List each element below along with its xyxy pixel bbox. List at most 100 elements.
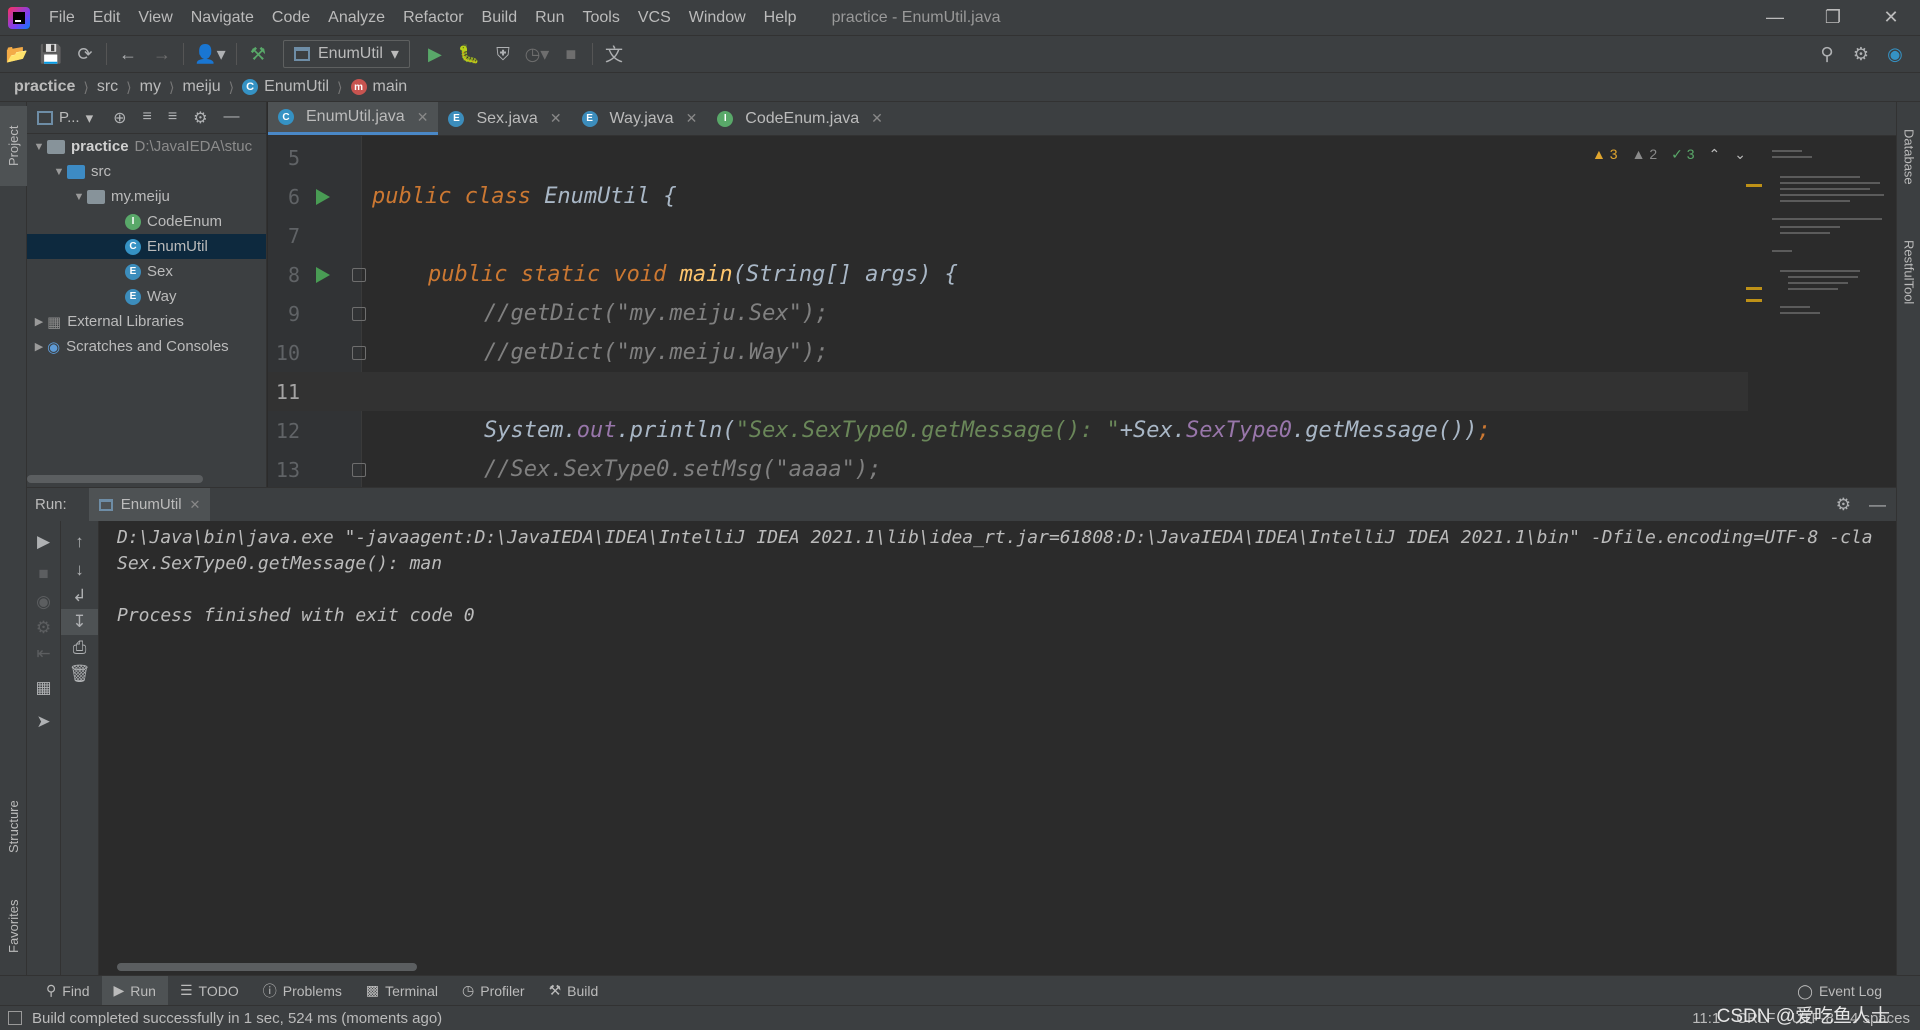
warning-marker[interactable] <box>1746 299 1762 302</box>
tab-way-java[interactable]: E Way.java ✕ <box>572 102 708 135</box>
debug-bug-icon[interactable]: 🐛 <box>452 39 486 69</box>
close-icon[interactable]: ✕ <box>417 109 429 126</box>
tree-item-codeenum[interactable]: I CodeEnum <box>27 209 266 234</box>
tree-item-src[interactable]: ▼ src <box>27 159 266 184</box>
close-window-icon[interactable]: ✕ <box>1862 0 1920 35</box>
scroll-to-end-icon[interactable]: ↧ <box>61 609 98 635</box>
status-toggle-icon[interactable] <box>8 1011 22 1025</box>
locate-icon[interactable]: ⊕ <box>113 108 126 128</box>
chevron-down-icon[interactable]: ▼ <box>51 166 67 178</box>
expand-all-icon[interactable]: ≡ <box>143 108 152 128</box>
menu-view[interactable]: View <box>129 0 181 35</box>
profile-icon[interactable]: ◷▾ <box>520 39 554 69</box>
project-tool-tab[interactable]: Project <box>0 106 27 186</box>
stop-icon[interactable]: ■ <box>27 561 60 587</box>
tree-item-practice[interactable]: ▼ practice D:\JavaIEDA\stuc <box>27 134 266 159</box>
menu-run[interactable]: Run <box>526 0 573 35</box>
tree-item-scratches[interactable]: ▶ ◉ Scratches and Consoles <box>27 334 266 359</box>
plugin-icon[interactable]: ◉ <box>1878 40 1912 70</box>
warning-marker[interactable] <box>1746 287 1762 290</box>
sync-icon[interactable]: ⟳ <box>68 39 102 69</box>
menu-file[interactable]: File <box>40 0 84 35</box>
trash-icon[interactable]: 🗑 <box>61 661 98 687</box>
menu-help[interactable]: Help <box>755 0 806 35</box>
breadcrumb-project[interactable]: practice <box>14 78 75 96</box>
tab-codeenum-java[interactable]: I CodeEnum.java ✕ <box>707 102 893 135</box>
chevron-right-icon[interactable]: ▶ <box>31 340 47 353</box>
horizontal-scrollbar[interactable] <box>117 963 417 971</box>
tool-tab-terminal[interactable]: ▩ Terminal <box>354 976 450 1006</box>
run-gutter-icon[interactable] <box>316 188 330 205</box>
structure-tool-tab[interactable]: Structure <box>0 782 27 872</box>
breadcrumb-class[interactable]: C EnumUtil <box>242 78 329 96</box>
gear-icon[interactable]: ⚙ <box>1836 495 1851 515</box>
up-arrow-icon[interactable]: ↑ <box>61 529 98 555</box>
forward-arrow-icon[interactable]: → <box>145 39 179 69</box>
menu-refactor[interactable]: Refactor <box>394 0 472 35</box>
menu-tools[interactable]: Tools <box>573 0 628 35</box>
user-icon[interactable]: 👤▾ <box>188 39 232 69</box>
tool-tab-profiler[interactable]: ◷ Profiler <box>450 976 537 1006</box>
run-play-icon[interactable]: ▶ <box>418 39 452 69</box>
project-view-select[interactable]: P... <box>59 109 80 126</box>
run-tab-enumutil[interactable]: EnumUtil ✕ <box>88 487 211 522</box>
status-message[interactable]: Build completed successfully in 1 sec, 5… <box>32 1010 442 1027</box>
tree-item-way[interactable]: E Way <box>27 284 266 309</box>
fold-icon[interactable] <box>352 345 366 360</box>
hide-icon[interactable]: — <box>1869 495 1886 515</box>
search-icon[interactable]: ⚲ <box>1810 40 1844 70</box>
menu-edit[interactable]: Edit <box>84 0 130 35</box>
favorites-tool-tab[interactable]: Favorites <box>0 882 27 970</box>
tree-item-sex[interactable]: E Sex <box>27 259 266 284</box>
menu-vcs[interactable]: VCS <box>629 0 680 35</box>
menu-analyze[interactable]: Analyze <box>319 0 394 35</box>
back-arrow-icon[interactable]: ← <box>111 39 145 69</box>
close-icon[interactable]: ✕ <box>190 497 201 513</box>
run-gutter-icon[interactable] <box>316 266 330 283</box>
menu-window[interactable]: Window <box>680 0 755 35</box>
layout-icon[interactable]: ▦ <box>27 675 60 701</box>
open-folder-icon[interactable]: 📂 <box>0 39 34 69</box>
coverage-icon[interactable]: ⛨ <box>486 39 520 69</box>
tree-item-enumutil[interactable]: C EnumUtil <box>27 234 266 259</box>
hide-icon[interactable]: — <box>224 108 240 128</box>
minimize-icon[interactable]: — <box>1746 0 1804 35</box>
breadcrumb-meiju[interactable]: meiju <box>182 78 220 96</box>
close-icon[interactable]: ✕ <box>686 110 698 127</box>
soft-wrap-icon[interactable]: ↲ <box>61 583 98 609</box>
database-tool-tab[interactable]: Database <box>1897 112 1920 202</box>
run-configuration-select[interactable]: EnumUtil ▾ <box>283 40 410 68</box>
tool-tab-run[interactable]: ▶ Run <box>101 975 168 1006</box>
fold-icon[interactable] <box>352 267 366 282</box>
menu-navigate[interactable]: Navigate <box>182 0 263 35</box>
close-icon[interactable]: ✕ <box>871 110 883 127</box>
print-icon[interactable]: ⎙ <box>61 635 98 661</box>
build-hammer-icon[interactable]: ⚒ <box>241 39 275 69</box>
close-icon[interactable]: ✕ <box>550 110 562 127</box>
chevron-right-icon[interactable]: ▶ <box>31 315 47 328</box>
tool-tab-build[interactable]: ⚒ Build <box>537 976 611 1006</box>
gear-icon[interactable]: ⚙ <box>193 108 207 128</box>
debug-icon[interactable]: ⚙ <box>27 615 60 641</box>
camera-icon[interactable]: ◉ <box>27 589 60 615</box>
warning-marker[interactable] <box>1746 184 1762 187</box>
collapse-all-icon[interactable]: ≡ <box>168 108 177 128</box>
tool-tab-find[interactable]: ⚲ Find <box>34 976 102 1006</box>
breadcrumb-my[interactable]: my <box>140 78 161 96</box>
previous-highlight-icon[interactable]: ⌃ <box>1709 146 1721 163</box>
next-highlight-icon[interactable]: ⌄ <box>1734 146 1746 163</box>
tool-tab-todo[interactable]: ☰ TODO <box>168 976 251 1006</box>
tool-tab-problems[interactable]: ⓘ Problems <box>251 976 354 1006</box>
fold-icon[interactable] <box>352 306 366 321</box>
inspection-widget[interactable]: ▲ 3 ▲ 2 ✓ 3 ⌃ ⌄ <box>1592 146 1746 163</box>
code-editor[interactable]: 5 6 public class EnumUtil { 7 8 public s… <box>268 136 1896 487</box>
fold-icon[interactable] <box>352 462 366 477</box>
breadcrumb-src[interactable]: src <box>97 78 118 96</box>
breadcrumb-method[interactable]: m main <box>350 78 407 96</box>
down-arrow-icon[interactable]: ↓ <box>61 557 98 583</box>
tree-item-package[interactable]: ▼ my.meiju <box>27 184 266 209</box>
gear-icon[interactable]: ⚙ <box>1844 40 1878 70</box>
code-minimap[interactable] <box>1766 146 1896 486</box>
chevron-down-icon[interactable]: ▼ <box>31 141 47 153</box>
pin-icon[interactable]: ➤ <box>27 709 60 735</box>
